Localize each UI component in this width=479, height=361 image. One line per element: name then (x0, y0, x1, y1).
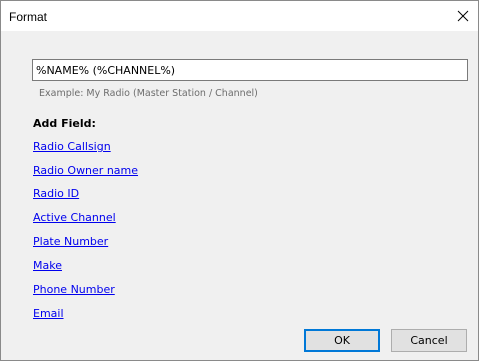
field-link-plate-number[interactable]: Plate Number (33, 235, 108, 248)
format-input[interactable] (32, 59, 468, 81)
window-title: Format (9, 10, 48, 24)
field-link-radio-callsign[interactable]: Radio Callsign (33, 140, 111, 153)
close-icon (457, 10, 469, 22)
cancel-button[interactable]: Cancel (391, 329, 467, 352)
format-example: Example: My Radio (Master Station / Chan… (39, 88, 258, 99)
title-bar: Format (1, 1, 478, 31)
field-link-make[interactable]: Make (33, 259, 62, 272)
ok-button[interactable]: OK (304, 329, 380, 352)
close-button[interactable] (448, 1, 478, 31)
format-dialog: Format Example: My Radio (Master Station… (0, 0, 479, 361)
field-link-phone-number[interactable]: Phone Number (33, 283, 115, 296)
dialog-content: Example: My Radio (Master Station / Chan… (1, 31, 478, 360)
field-link-radio-owner-name[interactable]: Radio Owner name (33, 164, 138, 177)
field-link-radio-id[interactable]: Radio ID (33, 187, 79, 200)
add-field-heading: Add Field: (33, 117, 96, 130)
field-link-email[interactable]: Email (33, 307, 64, 320)
field-link-active-channel[interactable]: Active Channel (33, 211, 116, 224)
